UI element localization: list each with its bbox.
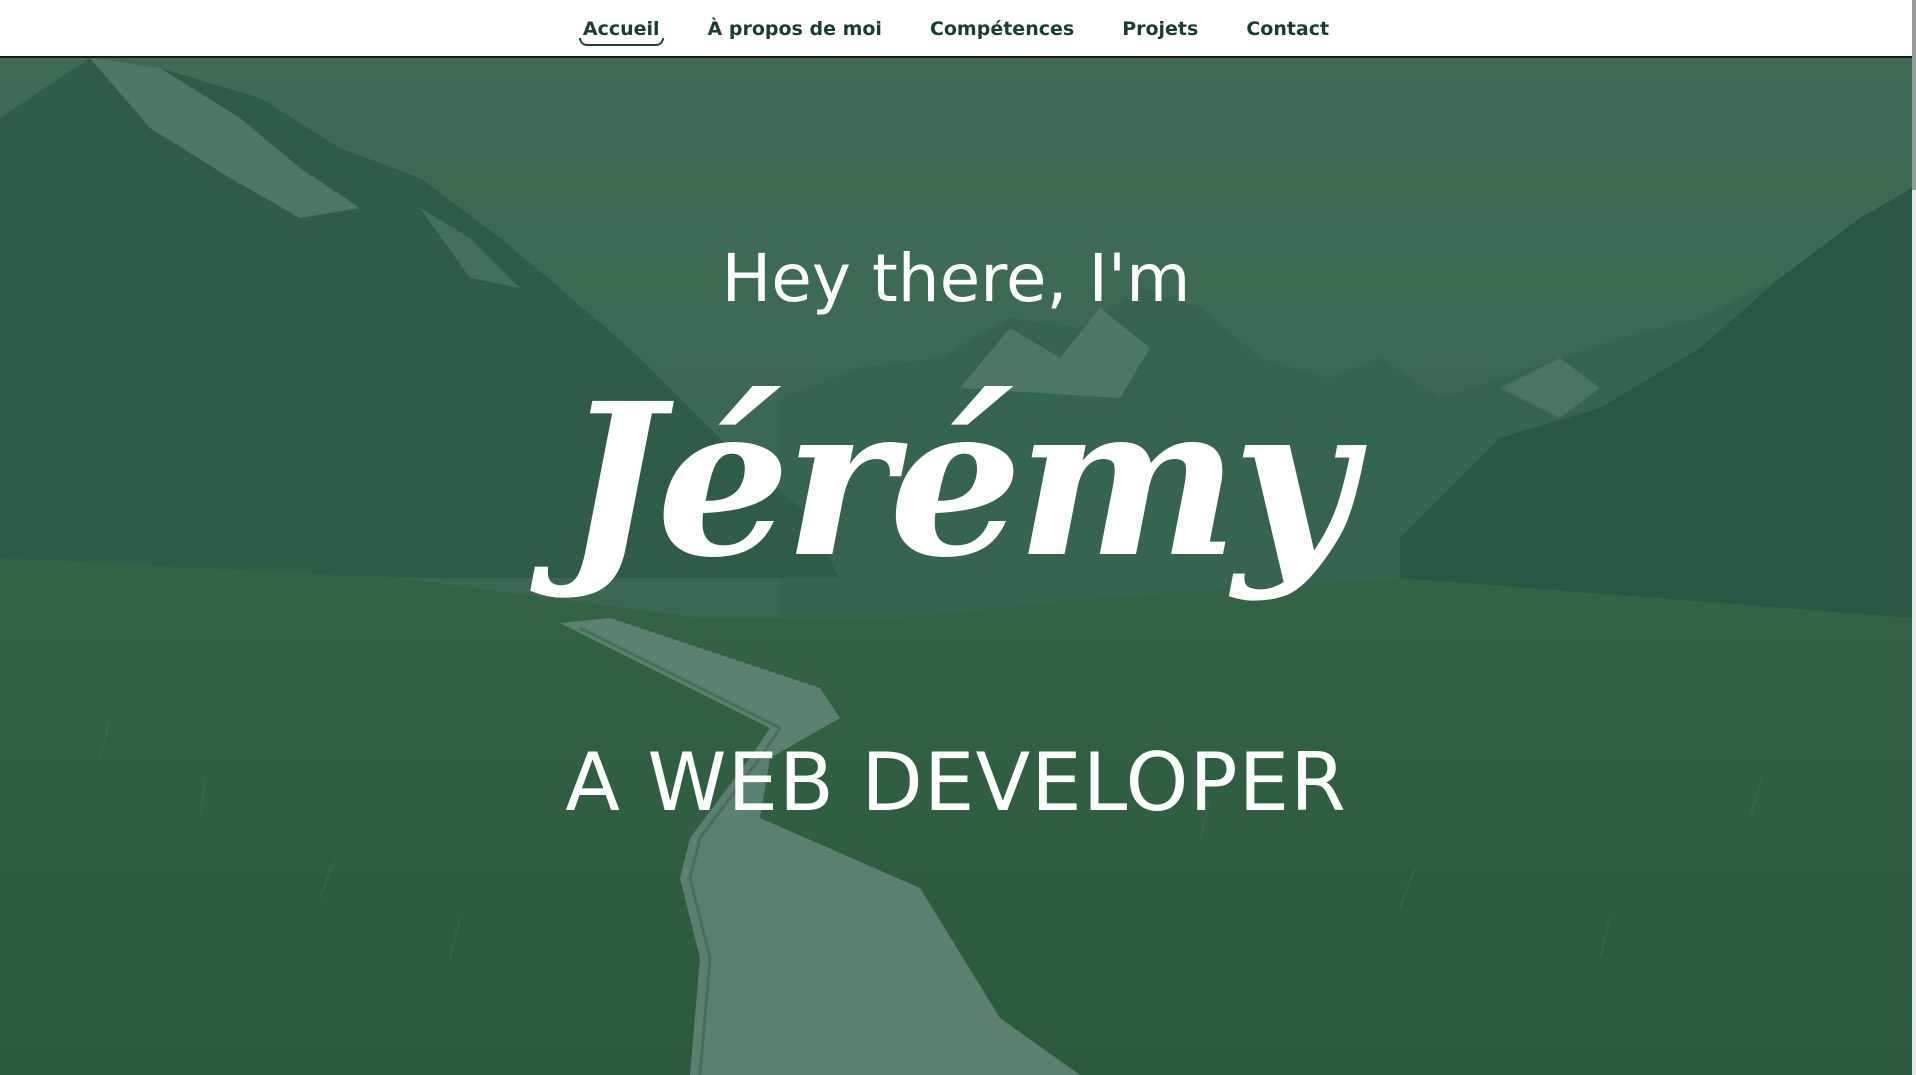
nav-link-a-propos[interactable]: À propos de moi — [704, 12, 886, 44]
nav-link-projets[interactable]: Projets — [1118, 12, 1202, 44]
scrollbar-thumb[interactable] — [1912, 0, 1916, 190]
hero-greeting: Hey there, I'm — [721, 240, 1191, 317]
nav-link-competences[interactable]: Compétences — [926, 12, 1078, 44]
hero-role: A WEB DEVELOPER — [565, 736, 1347, 829]
hero-section: Hey there, I'm Jérémy A WEB DEVELOPER — [0, 58, 1912, 1075]
page-scrollbar[interactable] — [1912, 0, 1916, 1075]
nav-link-contact[interactable]: Contact — [1242, 12, 1333, 44]
nav-link-accueil[interactable]: Accueil — [578, 12, 664, 46]
hero-name: Jérémy — [563, 357, 1354, 604]
top-navbar: Accueil À propos de moi Compétences Proj… — [0, 0, 1912, 58]
